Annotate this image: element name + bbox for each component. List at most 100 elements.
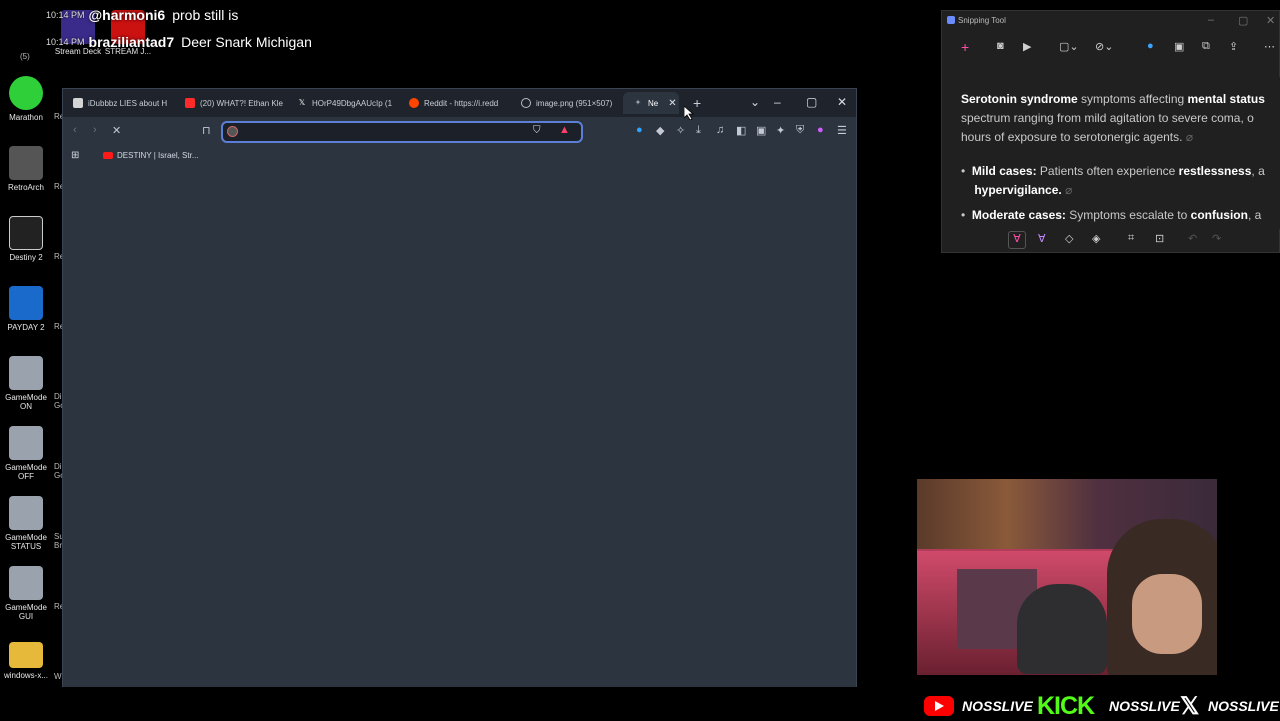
desktop-icon-label: GameMode STATUS — [5, 533, 47, 551]
desktop-icon-retroarch[interactable]: RetroArch — [0, 146, 52, 192]
gear-icon — [9, 496, 43, 530]
bookmark-destiny[interactable]: DESTINY | Israel, Str... — [103, 151, 199, 160]
chat-text: prob still is — [172, 7, 239, 23]
snip-bullet-moderate: • Moderate cases: Symptoms escalate to c… — [961, 208, 1262, 222]
snip-preview: Serotonin syndrome symptoms affecting me… — [944, 77, 1280, 229]
brave-rewards-icon[interactable]: ▲ — [559, 124, 570, 136]
text-actions-icon[interactable]: ⊡ — [1155, 232, 1164, 245]
redo-icon[interactable]: ↷ — [1212, 232, 1221, 245]
snip-bold: hypervigilance. — [974, 183, 1062, 197]
tab-idubbbz[interactable]: iDubbbz LIES about H — [63, 92, 175, 114]
delay-icon[interactable]: ⊘⌄ — [1095, 40, 1113, 53]
loading-icon: ✦ — [634, 98, 642, 107]
save-icon[interactable]: ▣ — [1174, 40, 1184, 53]
download-icon[interactable]: ⤓ — [696, 124, 701, 137]
desktop-icon-gamemode-off[interactable]: GameMode OFF — [0, 426, 52, 481]
extensions-puzzle-icon[interactable]: ✧ — [676, 124, 685, 137]
browser-window: iDubbbz LIES about H (20) WHAT?! Ethan K… — [62, 88, 857, 687]
page-viewport[interactable] — [63, 169, 856, 687]
snip-bold: Serotonin syndrome — [961, 92, 1078, 106]
reddit-icon — [409, 98, 419, 108]
address-bar[interactable]: ⛉ ▲ — [221, 121, 583, 143]
video-icon[interactable]: ▶ — [1023, 40, 1031, 53]
maximize-icon[interactable]: ▢ — [806, 95, 817, 109]
minimize-icon[interactable]: – — [774, 95, 781, 109]
site-info-icon[interactable] — [227, 126, 238, 137]
wallet-icon[interactable]: ▣ — [756, 124, 766, 137]
desktop-icon-label: GameMode GUI — [5, 603, 47, 621]
tab-youtube[interactable]: (20) WHAT?! Ethan Kle — [175, 92, 287, 114]
tab-reddit[interactable]: Reddit - https://i.redd — [399, 92, 511, 114]
sidebar-icon[interactable]: ◧ — [736, 124, 746, 137]
new-tab-icon[interactable]: + — [693, 95, 701, 111]
snip-text: , a — [1251, 164, 1265, 178]
forward-icon[interactable]: › — [93, 124, 97, 136]
chat-username: @harmoni6 — [88, 7, 166, 23]
close-icon[interactable]: ✕ — [1266, 14, 1275, 27]
maximize-icon[interactable]: ▢ — [1238, 14, 1248, 27]
share-icon[interactable]: ⇪ — [1229, 40, 1238, 53]
link-icon: ⌀ — [1185, 130, 1194, 144]
snip-mode-icon[interactable]: ▢⌄ — [1059, 40, 1079, 53]
shapes-icon[interactable]: ◈ — [1092, 232, 1100, 245]
webcam-mask — [1017, 584, 1107, 674]
payday-icon — [9, 286, 43, 320]
bookmark-icon[interactable]: ⊓ — [202, 124, 211, 137]
tab-x-image[interactable]: 𝕏 HOrP49DbgAAUcIp (1 — [287, 92, 399, 114]
x-icon: 𝕏 — [298, 98, 306, 107]
copy-icon[interactable]: ⧉ — [1202, 40, 1210, 53]
youtube-icon — [185, 98, 195, 108]
sparkle-icon[interactable]: ✦ — [776, 124, 785, 137]
back-icon[interactable]: ‹ — [73, 124, 77, 136]
gear-icon — [9, 566, 43, 600]
minimize-icon[interactable]: – — [1208, 14, 1214, 26]
camera-icon[interactable]: ◙ — [997, 40, 1004, 52]
x-handle: NOSSLIVE — [1208, 698, 1279, 714]
gear-icon — [9, 426, 43, 460]
snip-bold: Mild cases: — [971, 164, 1037, 178]
tab-new-active[interactable]: ✦ Ne ✕ — [623, 92, 679, 114]
chat-message: 10:14 PM @harmoni6 prob still is — [0, 2, 238, 28]
kick-logo: KICK — [1037, 692, 1095, 720]
kick-handle: NOSSLIVE — [1109, 698, 1180, 714]
link-icon: ⌀ — [1065, 183, 1073, 197]
apps-grid-icon[interactable]: ⊞ — [71, 150, 79, 161]
desktop-icon-gamemode-gui[interactable]: GameMode GUI — [0, 566, 52, 621]
brave-shield-icon[interactable]: ⛉ — [533, 125, 541, 136]
desktop-icon-destiny-2[interactable]: Destiny 2 — [0, 216, 52, 262]
destiny-icon — [9, 216, 43, 250]
vpn-shield-icon[interactable]: ⛨ — [796, 124, 804, 137]
desktop-icon-marathon[interactable]: Marathon — [0, 76, 52, 122]
tab-list-chevron-icon[interactable]: ⌄ — [750, 95, 760, 109]
desktop-icon-payday-2[interactable]: PAYDAY 2 — [0, 286, 52, 332]
desktop-icon-gamemode-on[interactable]: GameMode ON — [0, 356, 52, 411]
highlighter-icon[interactable]: ∀ — [1038, 232, 1046, 245]
close-window-icon[interactable]: ✕ — [837, 95, 847, 109]
snip-bold: Moderate cases: — [971, 208, 1066, 222]
drop-icon[interactable]: ● — [636, 124, 643, 136]
toolbar: ‹ › ✕ ⊓ ⛉ ▲ ● ◆ ✧ ⤓ ♫ ◧ ▣ ✦ ⛨ ● ☰ — [63, 117, 856, 147]
tab-label: HOrP49DbgAAUcIp (1 — [312, 98, 393, 108]
tab-image-png[interactable]: image.png (951×507) — [511, 92, 623, 114]
crop-icon[interactable]: ⌗ — [1128, 232, 1134, 245]
tab-label: image.png (951×507) — [536, 98, 613, 108]
edge-icon[interactable]: ● — [1147, 40, 1154, 52]
ballpoint-pen-icon[interactable]: ∀ — [1008, 231, 1026, 249]
eraser-icon[interactable]: ◇ — [1065, 232, 1073, 245]
desktop-icon-windows-folder[interactable]: windows-x... — [0, 638, 52, 680]
extension-dark-icon[interactable]: ◆ — [656, 124, 664, 137]
desktop-icon-label: PAYDAY 2 — [7, 323, 45, 332]
desktop-icon-gamemode-status[interactable]: GameMode STATUS — [0, 496, 52, 551]
new-snip-icon[interactable]: + — [961, 39, 969, 55]
snip-bold: restlessness — [1178, 164, 1252, 178]
music-icon[interactable]: ♫ — [716, 124, 724, 136]
stop-loading-icon[interactable]: ✕ — [112, 124, 121, 137]
menu-icon[interactable]: ☰ — [837, 124, 847, 137]
tab-label: iDubbbz LIES about H — [88, 98, 168, 108]
close-tab-icon[interactable]: ✕ — [668, 98, 676, 109]
leo-ai-icon[interactable]: ● — [817, 124, 824, 136]
undo-icon[interactable]: ↶ — [1188, 232, 1197, 245]
snip-text: Patients often experience — [1036, 164, 1179, 178]
more-options-icon[interactable]: ⋯ — [1264, 40, 1275, 53]
address-input[interactable] — [245, 125, 525, 139]
